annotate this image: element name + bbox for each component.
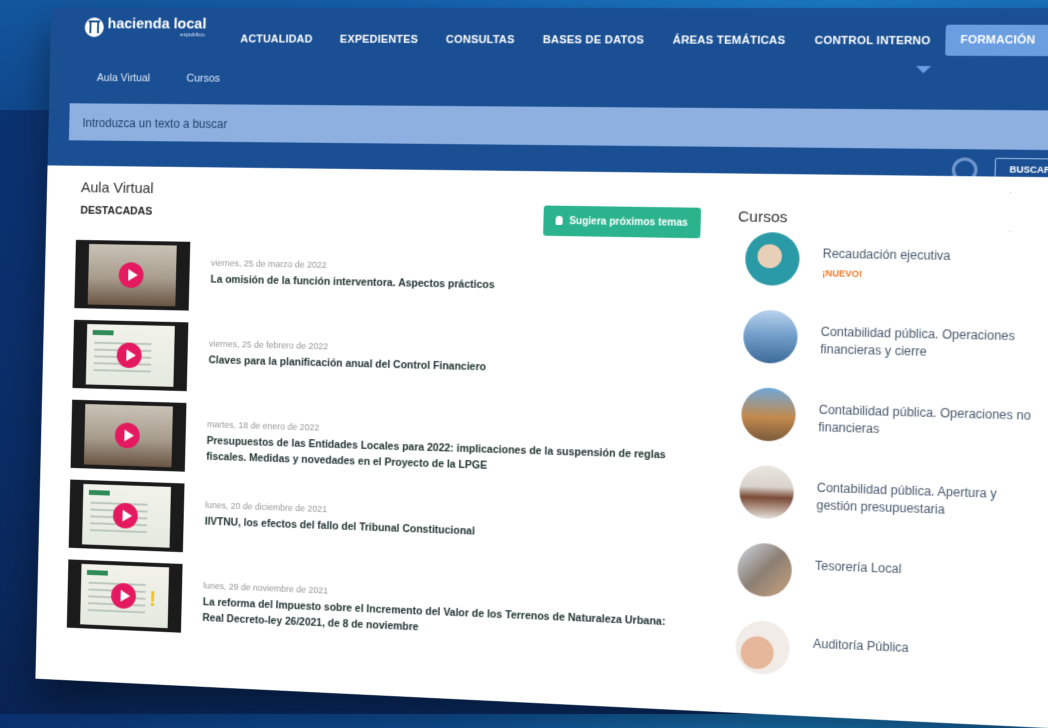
video-title[interactable]: La reforma del Impuesto sobre el Increme… (202, 594, 670, 646)
menu-item-areas-tematicas[interactable]: ÁREAS TEMÁTICAS (658, 28, 800, 55)
logo-icon (84, 17, 104, 37)
course-thumbnail[interactable] (740, 387, 797, 442)
featured-video-list: viernes, 25 de marzo de 2022 La omisión … (66, 239, 708, 668)
courses-sidebar: Cursos Recaudación ejecutiva ¡NUEVO! Con… (726, 208, 1048, 712)
video-thumbnail[interactable] (72, 319, 189, 392)
course-thumbnail[interactable] (738, 464, 795, 520)
menu-item-actualidad[interactable]: ACTUALIDAD (227, 28, 327, 54)
course-name[interactable]: Tesorería Local (815, 557, 1039, 583)
course-thumbnail[interactable] (735, 619, 791, 676)
course-item[interactable]: Tesorería Local (728, 542, 1047, 633)
course-thumbnail[interactable] (744, 231, 801, 287)
main-menu: ACTUALIDAD EXPEDIENTES CONSULTAS BASES D… (227, 24, 1048, 57)
video-date: lunes, 29 de noviembre de 2021 (203, 580, 329, 596)
top-navigation: hacienda local espublico. ACTUALIDAD EXP… (49, 7, 1048, 69)
course-item[interactable]: Recaudación ejecutiva ¡NUEVO! (736, 231, 1048, 316)
video-thumbnail[interactable] (68, 479, 185, 553)
video-title[interactable]: Claves para la planificación anual del C… (208, 352, 676, 380)
site-logo[interactable]: hacienda local espublico. (84, 15, 207, 39)
video-title[interactable]: La omisión de la función interventora. A… (210, 272, 678, 297)
course-thumbnail[interactable] (742, 309, 799, 364)
video-date: lunes, 20 de diciembre de 2021 (205, 499, 328, 515)
video-date: martes, 18 de enero de 2022 (206, 419, 320, 433)
video-thumbnail[interactable]: ! (66, 559, 183, 633)
course-name[interactable]: Auditoría Pública (813, 635, 1037, 662)
subnav-cursos[interactable]: Cursos (186, 73, 220, 85)
video-title[interactable]: Presupuestos de las Entidades Locales pa… (206, 433, 674, 480)
course-name[interactable]: Contabilidad pública. Operaciones no fin… (818, 401, 1042, 443)
courses-title: Cursos (737, 208, 788, 227)
lightbulb-icon (555, 215, 564, 225)
course-name[interactable]: Contabilidad pública. Apertura y gestión… (816, 480, 1040, 523)
page-title: Aula Virtual (80, 179, 154, 198)
video-thumbnail[interactable] (74, 239, 191, 311)
logo-subtext: espublico. (180, 32, 207, 39)
course-item[interactable]: Auditoría Pública (726, 619, 1045, 713)
logo-text: hacienda local (107, 15, 207, 33)
browser-screen: hacienda local espublico. ACTUALIDAD EXP… (35, 7, 1048, 728)
sub-navigation: Aula Virtual Cursos (49, 64, 1048, 104)
main-content: Aula Virtual DESTACADAS Sugiera próximos… (35, 165, 1048, 728)
video-thumbnail[interactable] (70, 399, 187, 472)
video-date: viernes, 25 de marzo de 2022 (210, 257, 327, 270)
course-name[interactable]: Contabilidad pública. Operaciones financ… (820, 323, 1044, 363)
video-item[interactable]: viernes, 25 de marzo de 2022 La omisión … (74, 239, 708, 334)
menu-item-formacion[interactable]: FORMACIÓN (945, 24, 1048, 57)
course-item[interactable]: Contabilidad pública. Operaciones financ… (734, 309, 1048, 395)
website: hacienda local espublico. ACTUALIDAD EXP… (35, 7, 1048, 728)
menu-item-expedientes[interactable]: EXPEDIENTES (326, 28, 432, 54)
suggest-topics-button[interactable]: Sugiera próximos temas (543, 205, 702, 239)
menu-item-control-interno[interactable]: CONTROL INTERNO (800, 29, 946, 56)
suggest-topics-label: Sugiera próximos temas (569, 215, 688, 229)
course-name[interactable]: Recaudación ejecutiva (822, 245, 1046, 266)
new-badge: ¡NUEVO! (822, 268, 863, 280)
course-item[interactable]: Contabilidad pública. Operaciones no fin… (732, 387, 1048, 475)
warning-icon: ! (148, 586, 157, 611)
menu-item-bases-de-datos[interactable]: BASES DE DATOS (528, 28, 658, 55)
video-date: viernes, 25 de febrero de 2022 (208, 338, 329, 352)
course-thumbnail[interactable] (736, 542, 793, 598)
course-item[interactable]: Contabilidad pública. Apertura y gestión… (730, 464, 1048, 553)
section-heading: DESTACADAS (80, 204, 153, 218)
subnav-aula-virtual[interactable]: Aula Virtual (97, 72, 151, 84)
video-title[interactable]: IIVTNU, los efectos del fallo del Tribun… (205, 514, 673, 547)
menu-item-consultas[interactable]: CONSULTAS (432, 28, 529, 54)
